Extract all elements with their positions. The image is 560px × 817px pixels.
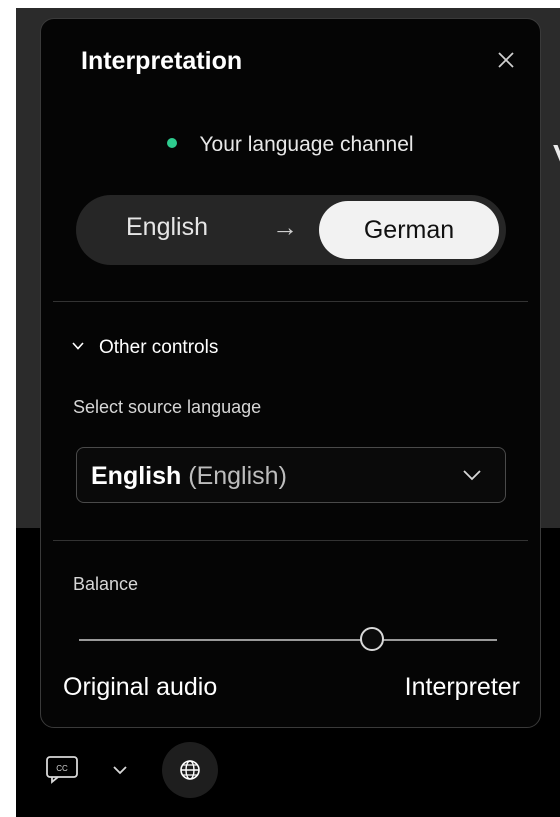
language-channel-switch[interactable]: English → German: [76, 195, 506, 265]
chevron-down-icon: [71, 337, 85, 359]
source-language-value: English (English): [91, 462, 287, 491]
close-icon: [498, 52, 514, 68]
arrow-right-icon: →: [272, 212, 298, 242]
divider: [53, 301, 528, 302]
source-language-primary: English: [91, 462, 182, 490]
closed-captions-icon: CC: [46, 756, 78, 784]
other-controls-label: Other controls: [99, 337, 219, 359]
background-text: V: [553, 136, 560, 186]
closed-captions-button[interactable]: CC: [44, 754, 80, 784]
svg-text:CC: CC: [56, 764, 68, 773]
status-dot: [167, 138, 178, 149]
source-language-secondary: (English): [188, 462, 287, 490]
source-language-select[interactable]: English (English): [76, 447, 506, 503]
globe-icon: [180, 760, 200, 780]
interpretation-panel: Interpretation Your language channel Eng…: [40, 18, 541, 728]
language-channel-header: Your language channel: [41, 133, 540, 157]
other-controls-toggle[interactable]: Other controls: [71, 337, 218, 359]
source-language-label: Select source language: [73, 397, 262, 417]
language-channel-label: Your language channel: [199, 133, 414, 156]
panel-title: Interpretation: [81, 47, 243, 75]
balance-label: Balance: [73, 574, 139, 594]
balance-slider[interactable]: [79, 627, 497, 653]
interpreter-label: Interpreter: [404, 673, 520, 701]
original-audio-label: Original audio: [63, 673, 218, 701]
chevron-down-icon: [461, 466, 483, 489]
channel-from-language[interactable]: English: [126, 213, 208, 242]
chevron-down-icon: [113, 766, 127, 775]
interpretation-button[interactable]: [162, 742, 218, 798]
captions-options-button[interactable]: [110, 760, 130, 780]
slider-thumb[interactable]: [359, 627, 384, 651]
close-button[interactable]: [493, 47, 519, 73]
slider-track: [79, 639, 497, 641]
divider: [53, 540, 528, 541]
channel-to-language[interactable]: German: [319, 201, 499, 259]
